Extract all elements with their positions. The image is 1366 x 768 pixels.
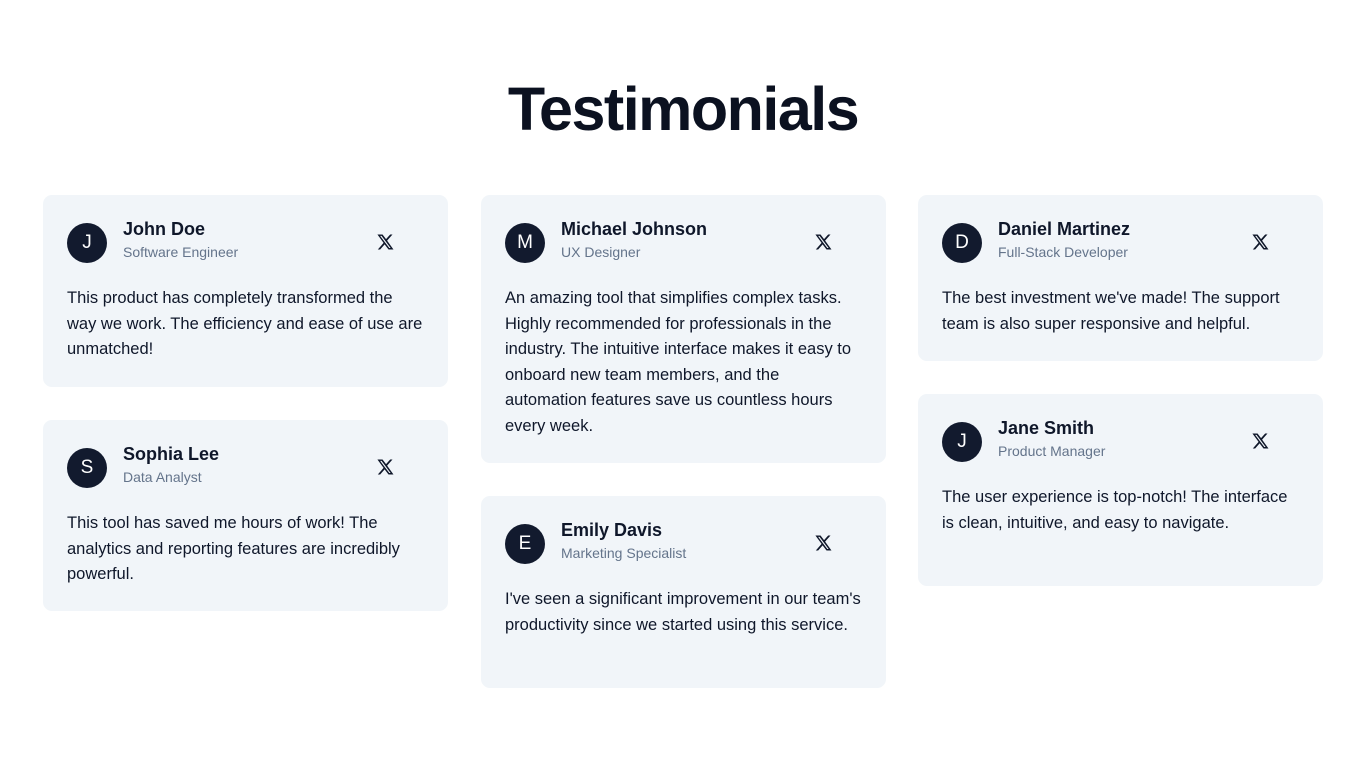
testimonial-quote: The user experience is top-notch! The in… <box>942 488 1288 532</box>
x-logo-icon[interactable] <box>376 458 394 476</box>
author-name: Jane Smith <box>998 418 1095 438</box>
testimonial-card: E Emily Davis Marketing Specialist I've … <box>481 496 886 688</box>
card-header: S Sophia Lee Data Analyst <box>67 444 424 491</box>
testimonial-card: D Daniel Martinez Full-Stack Developer T… <box>918 195 1323 361</box>
author-role: Data Analyst <box>123 469 202 485</box>
testimonial-quote: I've seen a significant improvement in o… <box>505 590 861 634</box>
avatar: J <box>942 422 982 462</box>
card-header: E Emily Davis Marketing Specialist <box>505 520 862 567</box>
testimonial-quote: This tool has saved me hours of work! Th… <box>67 514 400 583</box>
testimonial-card: S Sophia Lee Data Analyst This tool has … <box>43 420 448 611</box>
author-role: Full-Stack Developer <box>998 244 1128 260</box>
card-header: J Jane Smith Product Manager <box>942 418 1299 465</box>
page-title: Testimonials <box>507 75 860 143</box>
author-role: Marketing Specialist <box>561 545 687 561</box>
author-role: UX Designer <box>561 244 641 260</box>
testimonial-quote: An amazing tool that simplifies complex … <box>505 289 852 435</box>
x-logo-icon[interactable] <box>814 233 832 251</box>
avatar: J <box>67 223 107 263</box>
testimonial-quote: The best investment we've made! The supp… <box>942 289 1280 333</box>
testimonial-card: J John Doe Software Engineer This produc… <box>43 195 448 387</box>
testimonial-card: M Michael Johnson UX Designer An amazing… <box>481 195 886 463</box>
avatar: M <box>505 223 545 263</box>
card-header: D Daniel Martinez Full-Stack Developer <box>942 219 1299 266</box>
avatar: S <box>67 448 107 488</box>
author-role: Product Manager <box>998 443 1106 459</box>
author-name: Emily Davis <box>561 520 663 540</box>
avatar: D <box>942 223 982 263</box>
testimonial-card: J Jane Smith Product Manager The user ex… <box>918 394 1323 586</box>
x-logo-icon[interactable] <box>376 233 394 251</box>
card-header: M Michael Johnson UX Designer <box>505 219 862 266</box>
author-role: Software Engineer <box>123 244 239 260</box>
x-logo-icon[interactable] <box>1251 432 1269 450</box>
author-name: Michael Johnson <box>561 219 708 239</box>
testimonial-quote: This product has completely transformed … <box>67 289 423 358</box>
card-header: J John Doe Software Engineer <box>67 219 424 266</box>
author-name: Sophia Lee <box>123 444 220 464</box>
x-logo-icon[interactable] <box>1251 233 1269 251</box>
x-logo-icon[interactable] <box>814 534 832 552</box>
avatar: E <box>505 524 545 564</box>
author-name: John Doe <box>123 219 206 239</box>
author-name: Daniel Martinez <box>998 219 1131 239</box>
